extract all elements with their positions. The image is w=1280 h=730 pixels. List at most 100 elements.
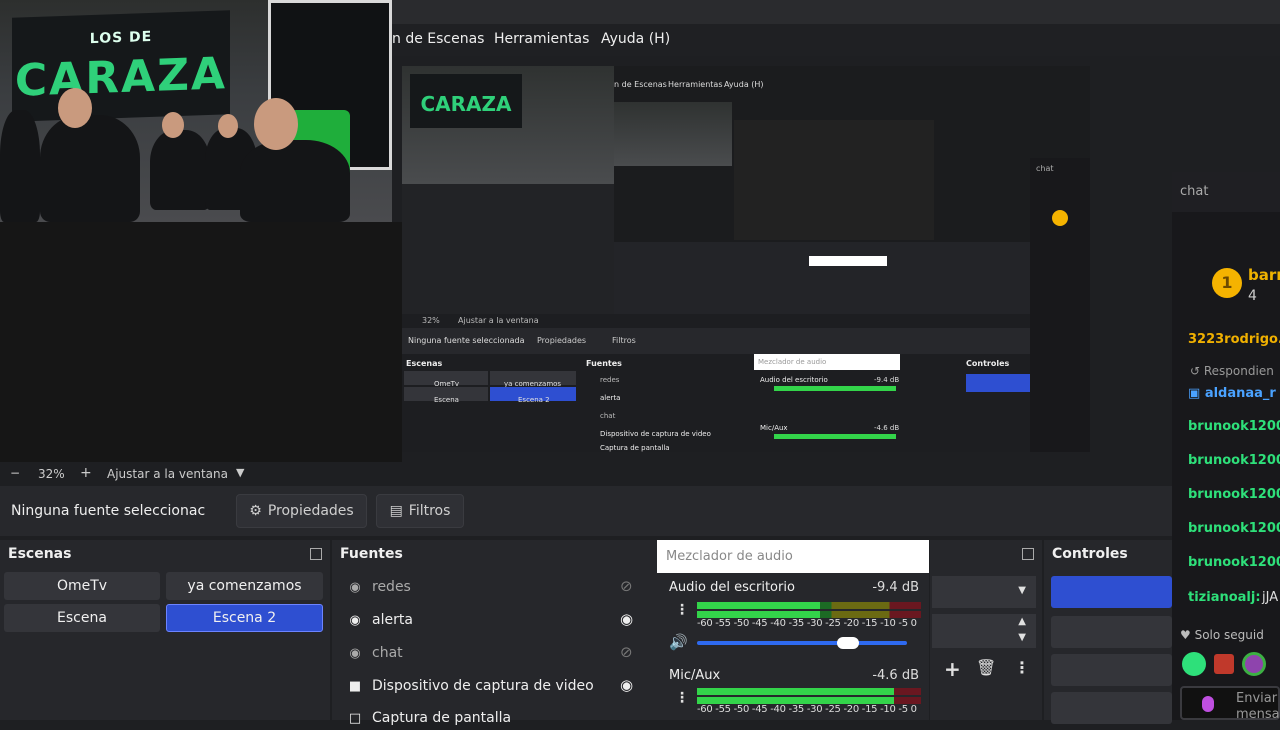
top-chatter[interactable]: barr: [1248, 266, 1280, 284]
chevron-down-icon[interactable]: ▼: [236, 466, 244, 479]
banner-flag: LOS DE CARAZA: [12, 10, 230, 122]
studio-mode-button[interactable]: [1051, 692, 1172, 724]
eye-icon[interactable]: ◉: [620, 610, 633, 628]
preview-channel-name: Audio del escritorio: [760, 376, 828, 384]
emote-icon[interactable]: [1182, 652, 1206, 676]
chat-username[interactable]: brunook1200: [1188, 555, 1280, 570]
mixer-title: Mezclador de audio: [657, 540, 929, 573]
chat-send-placeholder-2: mensa: [1236, 707, 1280, 720]
preview-properties: Propiedades: [537, 336, 587, 345]
more-options-icon[interactable]: ⋮: [675, 602, 689, 618]
eye-icon[interactable]: ◉: [620, 676, 633, 694]
followers-only-notice: ♥ Solo seguid: [1180, 628, 1264, 642]
filters-button[interactable]: ▤ Filtros: [376, 494, 464, 528]
volume-slider-knob[interactable]: [837, 637, 860, 649]
preview-filters: Filtros: [612, 336, 636, 345]
emote-icon[interactable]: [1242, 652, 1266, 676]
fit-window-button[interactable]: Ajustar a la ventana: [107, 467, 228, 481]
more-options-icon[interactable]: ⋮: [675, 690, 689, 706]
person-head: [58, 88, 92, 128]
preview-controls-title: Controles: [966, 359, 1010, 368]
scene-escena-2[interactable]: Escena 2: [166, 604, 323, 632]
globe-icon: ◉: [349, 612, 361, 628]
speaker-icon[interactable]: 🔊: [669, 633, 688, 651]
chat-username[interactable]: brunook1200: [1188, 453, 1280, 468]
undock-icon[interactable]: [310, 548, 322, 560]
menu-item-scene-collection[interactable]: n de Escenas: [392, 31, 484, 47]
volume-slider[interactable]: [697, 637, 907, 649]
globe-icon: ◉: [349, 579, 361, 595]
start-streaming-button[interactable]: [1051, 576, 1172, 608]
chat-header: chat: [1172, 172, 1280, 212]
zoom-level: 32%: [38, 467, 65, 481]
chat-username[interactable]: brunook1200: [1188, 521, 1280, 536]
more-options-icon[interactable]: ⋮: [1014, 658, 1030, 677]
source-redes[interactable]: ◉ redes: [346, 575, 411, 599]
person: [150, 130, 210, 210]
studio-preview[interactable]: CARAZA n de Escenas Herramientas Ayuda (…: [402, 66, 1090, 452]
preview-source: Dispositivo de captura de video: [600, 430, 711, 438]
properties-button[interactable]: ⚙ Propiedades: [236, 494, 367, 528]
top-chatter-count: 4: [1248, 288, 1257, 304]
preview-nested-dock: [614, 242, 1034, 314]
sources-title: Fuentes: [340, 546, 403, 562]
banner-main-text: CARAZA: [14, 48, 228, 107]
eye-hidden-icon[interactable]: ⊘: [620, 643, 633, 661]
chat-input[interactable]: Enviar mensa: [1180, 686, 1280, 720]
scene-ometv[interactable]: OmeTv: [4, 572, 160, 600]
person-head: [218, 114, 238, 138]
chevron-down-icon: ▼: [1018, 585, 1026, 596]
source-capture-device[interactable]: ■ Dispositivo de captura de video: [346, 674, 594, 698]
person-head: [254, 98, 298, 150]
chat-username[interactable]: 3223rodrigo.: [1188, 332, 1280, 347]
chat-username[interactable]: brunook1200: [1188, 419, 1280, 434]
menu-item-help[interactable]: Ayuda (H): [601, 31, 670, 47]
preview-scene: ya comenzamos: [490, 371, 576, 388]
banner-top-text: LOS DE: [89, 28, 153, 48]
trash-icon[interactable]: 🗑: [976, 658, 996, 677]
chevron-up-icon[interactable]: ▲: [1018, 616, 1026, 627]
reply-username[interactable]: ▣ aldanaa_r: [1188, 386, 1276, 401]
start-recording-button[interactable]: [1051, 616, 1172, 648]
virtual-camera-button[interactable]: [1051, 654, 1172, 686]
eye-hidden-icon[interactable]: ⊘: [620, 577, 633, 595]
preview-mixer-head: Mezclador de audio: [754, 354, 900, 370]
emote-icon[interactable]: [1214, 654, 1234, 674]
volume-meter: [697, 602, 921, 609]
zoom-out-button[interactable]: −: [10, 466, 20, 480]
person: [240, 140, 350, 222]
audio-mixer: Mezclador de audio Audio del escritorio …: [657, 540, 929, 720]
preview-nested-mixer: [809, 256, 887, 266]
person: [0, 110, 40, 222]
preview-channel-db: -9.4 dB: [874, 376, 900, 384]
menu-item-tools[interactable]: Herramientas: [494, 31, 589, 47]
monitor-icon: □: [348, 710, 362, 726]
preview-scenes-title: Escenas: [406, 359, 443, 368]
scene-escena[interactable]: Escena: [4, 604, 160, 632]
transition-select[interactable]: ▼: [932, 576, 1036, 608]
chat-panel: chat 1 barr 4 3223rodrigo. ↺ Respondien …: [1172, 172, 1280, 720]
zoom-in-button[interactable]: +: [80, 465, 92, 481]
preview-source: chat: [600, 412, 616, 420]
chat-username[interactable]: brunook1200: [1188, 487, 1280, 502]
preview-menu-item: Ayuda (H): [724, 80, 764, 89]
meter-ticks: -60 -55 -50 -45 -40 -35 -30 -25 -20 -15 …: [697, 618, 917, 629]
meter-ticks: -60 -55 -50 -45 -40 -35 -30 -25 -20 -15 …: [697, 704, 917, 715]
preview-scene: Escena: [404, 387, 488, 404]
add-icon[interactable]: +: [944, 657, 961, 681]
globe-icon: ◉: [349, 645, 361, 661]
chat-username[interactable]: tizianoalj:: [1188, 590, 1261, 605]
chevron-down-icon[interactable]: ▼: [1018, 632, 1026, 643]
source-alerta[interactable]: ◉ alerta: [346, 608, 413, 632]
undock-icon[interactable]: [1022, 548, 1034, 560]
volume-meter: [697, 697, 921, 704]
preview-nested-controls: 32% Ajustar a la ventana Ninguna fuente …: [402, 314, 1090, 452]
source-screen-capture[interactable]: □ Captura de pantalla: [346, 706, 511, 730]
source-chat[interactable]: ◉ chat: [346, 641, 402, 665]
preview-source: Captura de pantalla: [600, 444, 670, 452]
preview-nested-window: n de Escenas Herramientas Ayuda (H): [614, 66, 1090, 314]
duration-spinbox[interactable]: ▲ ▼: [932, 614, 1036, 648]
preview-channel-db: -4.6 dB: [874, 424, 900, 432]
preview-banner-text: CARAZA: [420, 92, 512, 116]
scene-ya-comenzamos[interactable]: ya comenzamos: [166, 572, 323, 600]
